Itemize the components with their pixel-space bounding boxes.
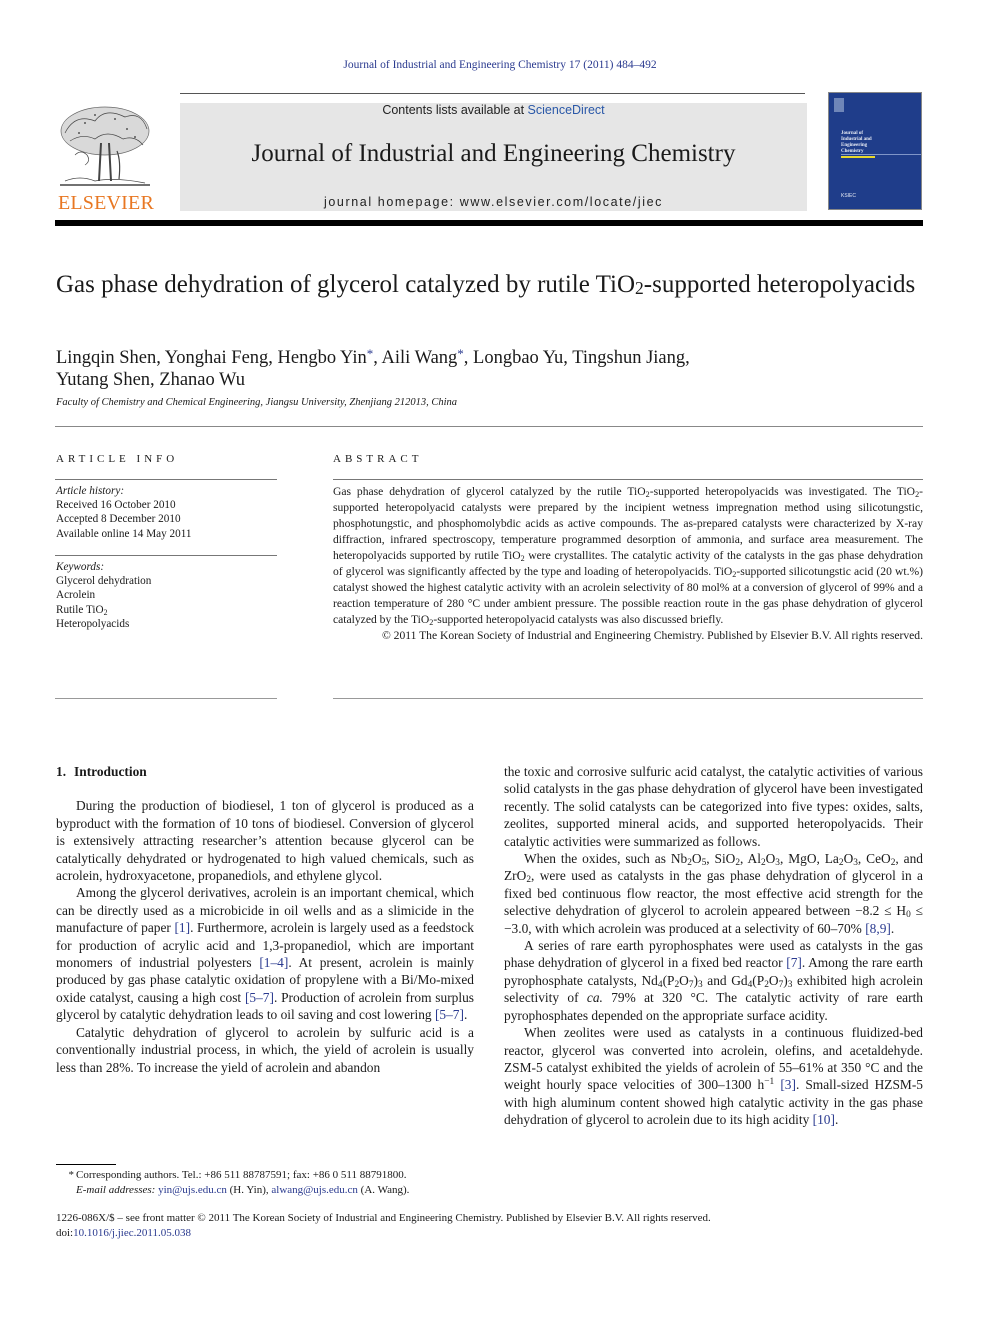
corresponding-note: * Corresponding authors. Tel.: +86 511 88… bbox=[68, 1169, 407, 1181]
abstract-text: Gas phase dehydration of glycerol cataly… bbox=[333, 485, 923, 627]
divider bbox=[55, 479, 277, 480]
history-item: Received 16 October 2010 bbox=[56, 499, 176, 512]
keywords-label: Keywords: bbox=[56, 561, 105, 573]
body-column-left: 1. Introduction During the production of … bbox=[56, 763, 474, 1076]
journal-cover[interactable]: Journal of Industrial and Engineering Ch… bbox=[828, 92, 922, 210]
author: Yonghai Feng bbox=[164, 348, 269, 368]
title-text: -supported heteropolyacids bbox=[643, 271, 916, 298]
elsevier-tree-icon bbox=[60, 106, 150, 186]
paragraph: During the production of biodiesel, 1 to… bbox=[56, 798, 474, 884]
footnote-rule bbox=[56, 1164, 116, 1165]
author: Zhanao Wu bbox=[159, 370, 246, 390]
title-subscript: 2 bbox=[635, 278, 644, 298]
author: Tingshun Jiang bbox=[572, 348, 686, 368]
front-matter-text: 1226-086X/$ – see front matter © 2011 Th… bbox=[56, 1212, 711, 1224]
article-info-heading: ARTICLE INFO bbox=[56, 453, 179, 465]
body-column-right: the toxic and corrosive sulfuric acid ca… bbox=[504, 763, 923, 1129]
citation-link[interactable]: [1–4] bbox=[259, 955, 288, 970]
citation-link[interactable]: [5–7] bbox=[245, 990, 274, 1005]
footnote: * Corresponding authors. Tel.: +86 511 88… bbox=[56, 1168, 486, 1198]
cover-emblem-icon bbox=[834, 98, 844, 112]
corresponding-author-mark[interactable]: * bbox=[367, 346, 374, 361]
citation-link[interactable]: [1] bbox=[174, 920, 190, 935]
elsevier-logo[interactable]: ELSEVIER bbox=[55, 103, 157, 213]
cover-title: Journal of Industrial and Engineering Ch… bbox=[841, 131, 872, 155]
citation-link[interactable]: [10] bbox=[813, 1112, 835, 1127]
author-list: Lingqin Shen, Yonghai Feng, Hengbo Yin*,… bbox=[56, 346, 690, 390]
divider bbox=[55, 698, 277, 699]
divider bbox=[55, 426, 923, 427]
journal-reference[interactable]: Journal of Industrial and Engineering Ch… bbox=[0, 59, 992, 71]
history-item: Accepted 8 December 2010 bbox=[56, 513, 181, 526]
paragraph: When zeolites were used as catalysts in … bbox=[504, 1025, 923, 1128]
contents-prefix: Contents lists available at bbox=[382, 103, 528, 117]
paragraph: Among the glycerol derivatives, acrolein… bbox=[56, 885, 475, 1023]
header-thick-rule bbox=[55, 220, 923, 226]
divider bbox=[333, 698, 923, 699]
journal-title: Journal of Industrial and Engineering Ch… bbox=[251, 140, 736, 167]
article-history: Article history: Received 16 October 201… bbox=[56, 484, 191, 541]
history-label: Article history: bbox=[56, 485, 125, 497]
journal-banner: Contents lists available at ScienceDirec… bbox=[180, 103, 807, 211]
keywords: Keywords: Glycerol dehydration Acrolein … bbox=[56, 560, 151, 631]
paragraph: A series of rare earth pyrophosphates we… bbox=[504, 938, 923, 1023]
divider bbox=[55, 555, 277, 556]
elsevier-wordmark: ELSEVIER bbox=[57, 192, 155, 214]
journal-homepage-link[interactable]: journal homepage: www.elsevier.com/locat… bbox=[180, 195, 807, 209]
front-matter: 1226-086X/$ – see front matter © 2011 Th… bbox=[56, 1211, 936, 1241]
citation-link[interactable]: [3] bbox=[780, 1077, 796, 1092]
article-title: Gas phase dehydration of glycerol cataly… bbox=[56, 270, 936, 299]
keyword: Acrolein bbox=[56, 589, 96, 602]
corresponding-author-mark[interactable]: * bbox=[457, 346, 464, 361]
author: Yutang Shen bbox=[56, 370, 151, 390]
author: Hengbo Yin bbox=[277, 348, 367, 368]
email-link[interactable]: yin@ujs.edu.cn bbox=[158, 1184, 227, 1196]
history-item: Available online 14 May 2011 bbox=[56, 527, 192, 540]
paragraph: Catalytic dehydration of glycerol to acr… bbox=[56, 1024, 474, 1075]
title-text: Gas phase dehydration of glycerol cataly… bbox=[56, 271, 636, 298]
author: Longbao Yu bbox=[473, 348, 564, 368]
doi-link[interactable]: 10.1016/j.jiec.2011.05.038 bbox=[73, 1227, 191, 1239]
author: Aili Wang bbox=[381, 348, 458, 368]
abstract-body: Gas phase dehydration of glycerol cataly… bbox=[333, 484, 923, 644]
contents-line: Contents lists available at ScienceDirec… bbox=[180, 103, 807, 117]
abstract-copyright: © 2011 The Korean Society of Industrial … bbox=[381, 629, 923, 642]
citation-link[interactable]: [8,9] bbox=[865, 921, 891, 936]
section-heading: 1. Introduction bbox=[56, 764, 147, 779]
paragraph: When the oxides, such as Nb2O5, SiO2, Al… bbox=[504, 851, 923, 936]
abstract-heading: ABSTRACT bbox=[333, 453, 423, 465]
header-rule bbox=[180, 93, 805, 94]
cover-society: KSIEC bbox=[841, 193, 857, 199]
keyword: Heteropolyacids bbox=[56, 617, 130, 630]
author: Lingqin Shen bbox=[56, 348, 157, 368]
paragraph: the toxic and corrosive sulfuric acid ca… bbox=[504, 764, 923, 849]
keyword: Rutile TiO2 bbox=[56, 603, 108, 617]
divider bbox=[333, 479, 923, 480]
doi-line: doi:10.1016/j.jiec.2011.05.038 bbox=[56, 1227, 191, 1239]
email-note: E-mail addresses: yin@ujs.edu.cn (H. Yin… bbox=[76, 1184, 410, 1196]
citation-link[interactable]: [7] bbox=[786, 955, 802, 970]
citation-link[interactable]: [5–7] bbox=[435, 1007, 464, 1022]
email-link[interactable]: alwang@ujs.edu.cn bbox=[271, 1184, 358, 1196]
cover-accent-bar bbox=[841, 156, 875, 158]
keyword: Glycerol dehydration bbox=[56, 575, 152, 588]
affiliation: Faculty of Chemistry and Chemical Engine… bbox=[56, 397, 457, 408]
cover-divider bbox=[841, 154, 921, 155]
sciencedirect-link[interactable]: ScienceDirect bbox=[528, 103, 605, 117]
